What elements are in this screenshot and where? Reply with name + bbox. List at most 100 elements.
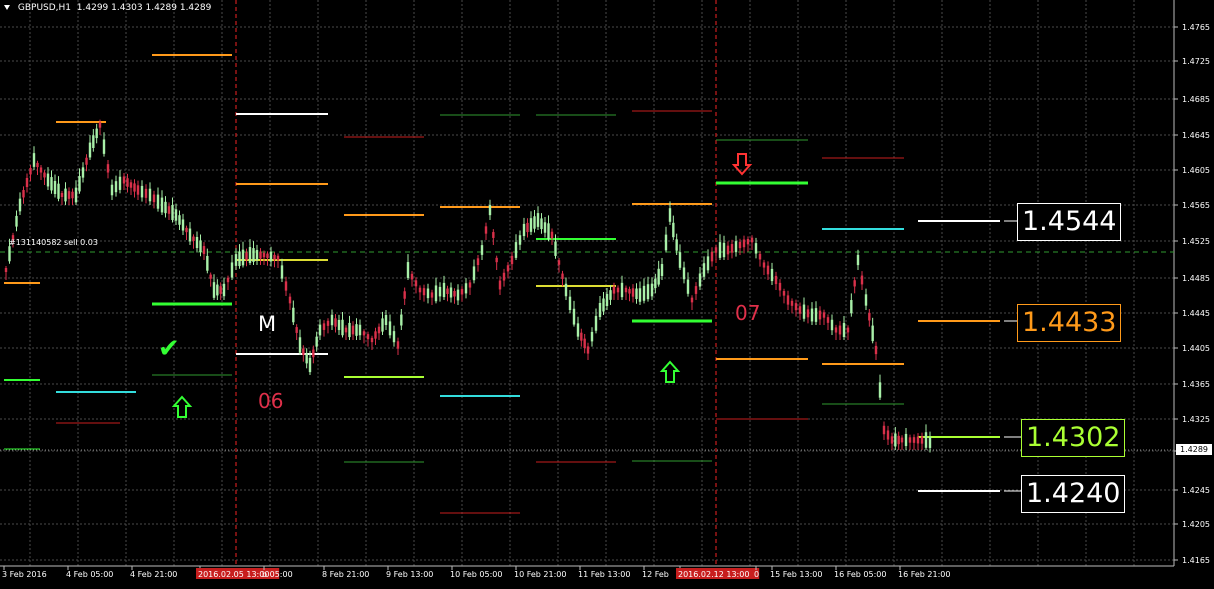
candle-body: [22, 190, 25, 198]
candle-body: [726, 245, 730, 255]
candle-body: [348, 322, 351, 338]
candle-body: [874, 345, 878, 355]
candle-body: [890, 436, 894, 444]
candle-body: [598, 302, 602, 318]
candle-body: [160, 197, 164, 213]
candle-body: [750, 237, 754, 243]
level-box-2[interactable]: 1.4433: [1017, 304, 1122, 342]
candle-body: [384, 315, 388, 325]
candle-body: [50, 177, 53, 191]
price-tick-label: 1.4445: [1182, 309, 1210, 318]
candle-body: [484, 226, 488, 234]
candle-body: [167, 206, 171, 214]
time-label: 4 Feb 21:00: [130, 570, 177, 579]
candle-body: [472, 266, 476, 281]
candle-body: [495, 257, 498, 263]
candle-body: [742, 239, 746, 248]
candle-body: [174, 209, 178, 221]
candle-body: [456, 289, 460, 301]
candle-body: [106, 164, 110, 173]
session-label-06: 06: [258, 389, 284, 413]
candle-body: [616, 287, 620, 293]
candle-body: [206, 255, 209, 271]
candle-body: [778, 282, 782, 291]
chart-window[interactable]: 1.4765 1.4725 1.4685 1.4645 1.4605 1.4565 1.45…: [0, 0, 1214, 585]
price-tick-label: 1.4525: [1182, 237, 1210, 246]
candle-body: [144, 188, 148, 198]
candle-body: [171, 205, 174, 220]
candle-body: [860, 275, 864, 285]
candle-body: [216, 284, 219, 296]
candle-body: [315, 336, 318, 347]
candle-body: [366, 334, 370, 340]
candle-body: [609, 290, 612, 300]
order-label[interactable]: #131140582 sell 0.03: [9, 238, 98, 247]
candle-body: [64, 188, 67, 202]
candle-body: [590, 331, 594, 342]
candle-body: [305, 353, 308, 364]
candle-body: [912, 437, 916, 443]
level-box-3[interactable]: 1.4302: [1021, 419, 1126, 457]
candle-body: [635, 288, 638, 299]
candle-body: [540, 218, 543, 230]
candle-body: [594, 315, 598, 331]
price-tick-label: 1.4405: [1182, 344, 1210, 353]
candle-body: [518, 235, 522, 245]
candle-body: [276, 255, 280, 261]
candle-body: [646, 284, 650, 300]
candle-body: [853, 280, 856, 287]
candle-body: [572, 308, 576, 325]
candle-body: [140, 185, 144, 198]
candle-body: [226, 277, 230, 283]
dropdown-triangle-icon[interactable]: [4, 5, 10, 10]
candle-body: [446, 288, 449, 294]
candle-body: [702, 263, 706, 277]
candle-body: [188, 228, 192, 242]
candle-body: [698, 273, 702, 287]
time-label: b 05:00: [262, 570, 293, 579]
candle-body: [209, 274, 212, 279]
price-tick-label: 1.4365: [1182, 380, 1210, 389]
candle-body: [266, 253, 269, 258]
candle-body: [195, 236, 199, 249]
candle-body: [882, 425, 886, 435]
candle-body: [255, 249, 259, 261]
candle-body: [403, 291, 406, 299]
candle-body: [510, 255, 514, 265]
time-label: 9 Feb 13:00: [386, 570, 433, 579]
candle-body: [318, 324, 322, 336]
time-label: 16 Feb 05:00: [834, 570, 886, 579]
candle-body: [156, 194, 160, 209]
level-box-4[interactable]: 1.4240: [1021, 475, 1126, 513]
candle-body: [322, 323, 326, 330]
candle-body: [133, 183, 136, 192]
candle-body: [533, 216, 536, 229]
candle-body: [602, 298, 605, 312]
candle-body: [878, 382, 882, 398]
candle-body: [480, 245, 484, 255]
candle-body: [288, 296, 292, 304]
candle-body: [269, 251, 273, 262]
candle-body: [916, 436, 920, 444]
candle-body: [32, 153, 36, 167]
candle-body: [374, 331, 377, 339]
candle-body: [722, 242, 726, 258]
time-label: 8 Feb 21:00: [322, 570, 369, 579]
time-label: 0: [754, 570, 759, 579]
candle-body: [388, 321, 392, 336]
level-box-1[interactable]: 1.4544: [1017, 203, 1122, 241]
candle-body: [57, 183, 60, 199]
candle-body: [434, 285, 438, 302]
candle-body: [78, 176, 81, 192]
candle-body: [60, 192, 64, 198]
candle-body: [25, 177, 29, 188]
candle-body: [806, 309, 810, 318]
candle-body: [234, 254, 238, 266]
candle-body: [95, 128, 98, 139]
candle-body: [928, 437, 932, 448]
candle-body: [292, 307, 295, 323]
candle-body: [543, 222, 547, 233]
candle-body: [259, 251, 262, 259]
candle-body: [222, 283, 226, 297]
candle-body: [396, 341, 400, 349]
